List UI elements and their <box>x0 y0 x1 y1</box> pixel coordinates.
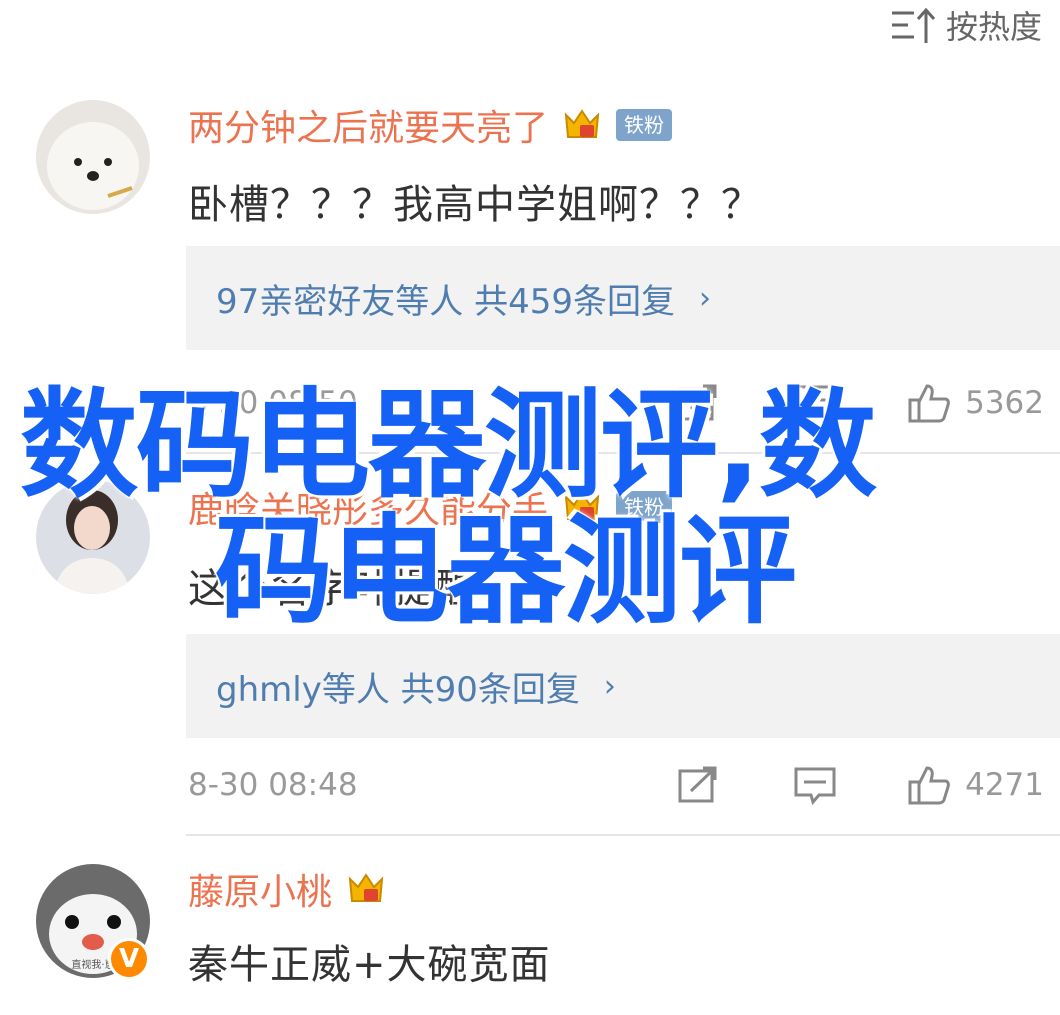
crown-icon <box>564 491 600 520</box>
fan-badge: 铁粉 <box>616 491 673 523</box>
username[interactable]: 鹿晗关晓彤多久能分手 <box>188 481 548 533</box>
divider <box>186 452 1060 454</box>
crown-icon <box>564 109 600 138</box>
share-icon <box>678 384 717 421</box>
comment-text: 秦牛正威+大碗宽面 <box>188 942 551 988</box>
sort-icon <box>891 7 936 43</box>
like-count: 4271 <box>965 767 1044 803</box>
crown-icon <box>348 873 384 902</box>
divider <box>186 834 1060 836</box>
username[interactable]: 两分钟之后就要天亮了 <box>188 99 548 151</box>
sort-label: 按热度 <box>945 8 1042 46</box>
comment-text: 卧槽？？？我高中学姐啊？？？ <box>188 182 762 228</box>
thumbs-up-icon <box>908 766 950 805</box>
avatar[interactable] <box>36 480 150 594</box>
comment-button[interactable] <box>793 383 837 423</box>
like-count: 5362 <box>965 385 1044 421</box>
share-button[interactable] <box>677 765 719 805</box>
comment-icon <box>794 767 836 805</box>
avatar[interactable] <box>36 100 150 214</box>
username[interactable]: 藤原小桃 <box>188 863 332 915</box>
reply-summary: 97亲密好友等人 共459条回复 <box>216 281 675 322</box>
comment-icon <box>794 385 836 423</box>
comment-button[interactable] <box>793 765 837 805</box>
view-replies-button[interactable]: 97亲密好友等人 共459条回复 › <box>186 246 1060 350</box>
timestamp: 8-30 08:50 <box>188 385 358 421</box>
view-replies-button[interactable]: ghmly等人 共90条回复 › <box>186 634 1060 738</box>
sort-by-heat-button[interactable]: 按热度 <box>890 0 1042 50</box>
share-icon <box>678 766 717 803</box>
verified-badge: V <box>108 938 150 980</box>
chevron-right-icon: › <box>603 668 616 704</box>
chevron-right-icon: › <box>698 280 711 316</box>
share-button[interactable] <box>677 383 719 423</box>
like-button[interactable]: 5362 <box>907 382 1044 424</box>
reply-summary: ghmly等人 共90条回复 <box>216 669 580 710</box>
fan-badge: 铁粉 <box>616 109 673 141</box>
comment-text: 这个名字叶提醒 <box>188 566 475 612</box>
thumbs-up-icon <box>908 384 950 423</box>
like-button[interactable]: 4271 <box>907 764 1044 806</box>
timestamp: 8-30 08:48 <box>188 767 358 803</box>
